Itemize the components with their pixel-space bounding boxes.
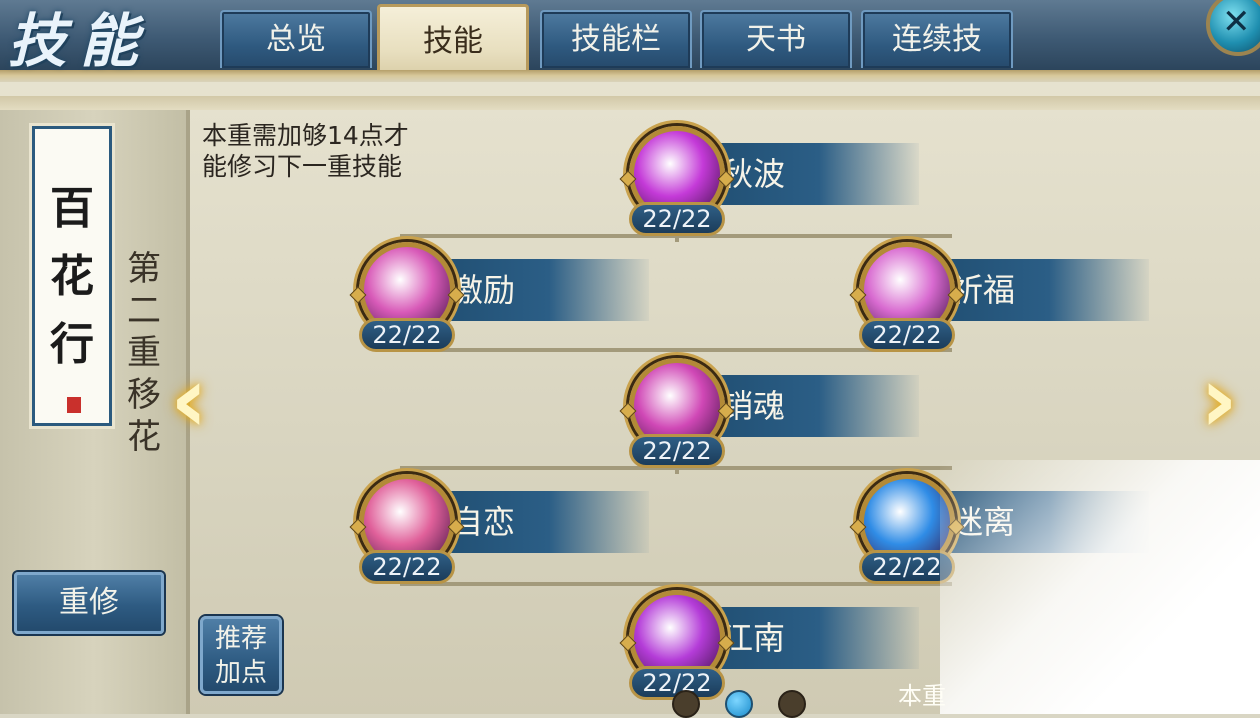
skill-level: 22/22 [629, 434, 725, 468]
tab-heaven-book[interactable]: 天书 [700, 10, 852, 68]
tab-skills[interactable]: 技能 [377, 4, 529, 70]
skill-level: 22/22 [859, 318, 955, 352]
page-title: 技能 [8, 7, 153, 75]
recommend-label-line1: 推荐 [214, 624, 267, 654]
tab-overview[interactable]: 总览 [220, 10, 372, 68]
chevron-left-icon: ‹ [170, 346, 208, 453]
requirement-note-line1: 本重需加够14点才 [202, 121, 409, 150]
sect-name: 百 花 行 [35, 175, 109, 379]
tab-combo-skills[interactable]: 连续技 [861, 10, 1013, 68]
x-close-icon: ✕ [1222, 2, 1251, 42]
requirement-note-line2: 能修习下一重技能 [202, 152, 403, 181]
requirement-note: 本重需加够14点才 能修习下一重技能 [202, 120, 442, 182]
watermark-fade [940, 460, 1260, 714]
sect-name-char-2: 花 [50, 251, 94, 302]
skill-level: 22/22 [359, 550, 455, 584]
prev-page-button[interactable]: ‹ [170, 350, 230, 450]
sect-name-char-1: 百 [50, 183, 94, 234]
sect-name-char-3: 行 [50, 319, 94, 370]
chevron-right-icon: › [1200, 346, 1238, 453]
recommend-label-line2: 加点 [214, 658, 267, 688]
next-page-peek-text: 本重 [898, 682, 946, 710]
reset-button[interactable]: 重修 [14, 572, 164, 634]
recommend-points-button[interactable]: 推荐 加点 [200, 616, 282, 694]
tab-skill-bar[interactable]: 技能栏 [540, 10, 692, 68]
red-seal-icon [67, 397, 81, 413]
skill-level: 22/22 [359, 318, 455, 352]
layer-title: 第二重移花 [127, 249, 161, 457]
next-page-button[interactable]: › [1196, 350, 1256, 450]
sect-name-scroll: 百 花 行 [32, 126, 112, 426]
skill-level: 22/22 [629, 202, 725, 236]
